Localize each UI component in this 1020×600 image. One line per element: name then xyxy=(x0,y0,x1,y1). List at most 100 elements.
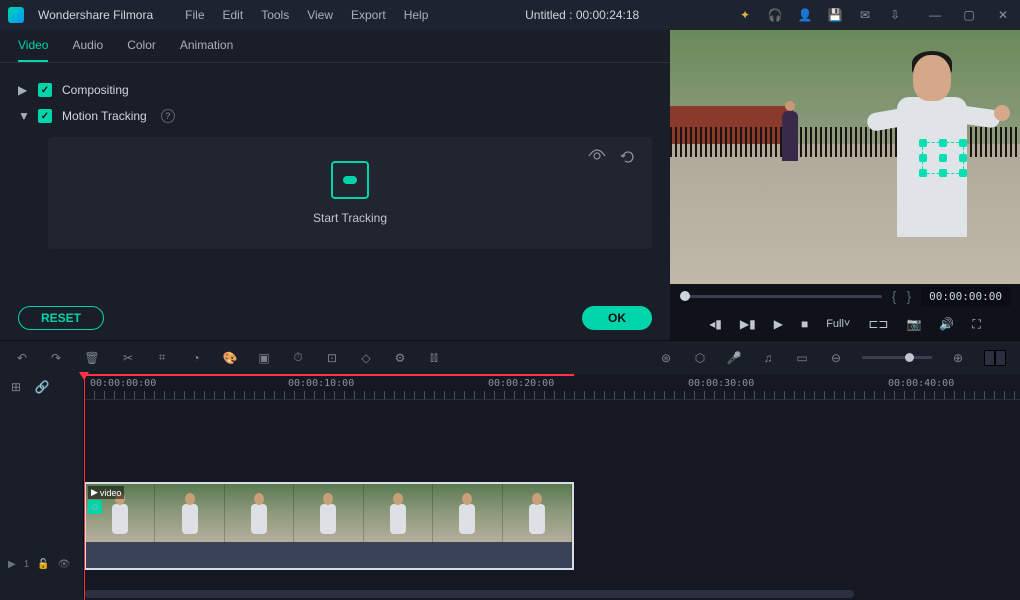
snapshot-icon[interactable]: 📷 xyxy=(906,317,921,331)
stop-icon[interactable]: ■ xyxy=(801,317,808,331)
titlebar: Wondershare Filmora File Edit Tools View… xyxy=(0,0,1020,30)
dual-view-icon[interactable] xyxy=(984,350,1006,366)
marker-icon[interactable]: ⬡ xyxy=(692,350,708,366)
reset-button[interactable]: RESET xyxy=(18,306,104,330)
duration-icon[interactable]: ⏱ xyxy=(290,350,306,366)
tab-video[interactable]: Video xyxy=(18,38,48,62)
adjust-icon[interactable]: ⚙ xyxy=(392,350,408,366)
scrub-track[interactable] xyxy=(680,295,882,298)
tips-icon[interactable]: ✦ xyxy=(736,6,754,24)
visibility-icon[interactable]: 👁 xyxy=(58,559,71,570)
keyframe-icon[interactable]: ◇ xyxy=(358,350,374,366)
tracking-box[interactable] xyxy=(922,142,964,174)
step-back-icon[interactable]: ◂▮ xyxy=(709,317,722,331)
zoom-out-icon[interactable]: ⊖ xyxy=(828,350,844,366)
menu-file[interactable]: File xyxy=(185,8,204,22)
reset-tracking-icon[interactable] xyxy=(620,149,636,168)
maximize-icon[interactable]: ▢ xyxy=(960,6,978,24)
play-icon[interactable]: ▶ xyxy=(774,317,783,331)
compositing-row[interactable]: ▶ ✓ Compositing xyxy=(18,77,652,103)
audio-viz-icon[interactable]: ⫾⫾ xyxy=(426,350,442,366)
app-logo-icon xyxy=(8,7,24,23)
video-clip[interactable]: ▶ video ⊙ xyxy=(84,482,574,570)
fullscreen-icon[interactable]: ⛶ xyxy=(972,317,980,332)
tab-color[interactable]: Color xyxy=(127,38,156,62)
green-screen-icon[interactable]: ▣ xyxy=(256,350,272,366)
color-icon[interactable]: 🎨 xyxy=(222,350,238,366)
motion-tracking-row[interactable]: ▼ ✓ Motion Tracking ? xyxy=(18,103,652,129)
tab-animation[interactable]: Animation xyxy=(180,38,233,62)
minimize-icon[interactable]: — xyxy=(926,6,944,24)
preview-panel: { } 00:00:00:00 ◂▮ ▶▮ ▶ ■ Full ˅ ⊏⊐ 📷 🔊 … xyxy=(670,30,1020,340)
ruler-tick: 00:00:20:00 xyxy=(488,378,554,389)
preview-viewport[interactable] xyxy=(670,30,1020,284)
timeline-scrollbar[interactable] xyxy=(84,590,854,598)
download-icon[interactable]: ⇩ xyxy=(886,6,904,24)
menu-view[interactable]: View xyxy=(307,8,333,22)
render-icon[interactable]: ⊛ xyxy=(658,350,674,366)
zoom-in-icon[interactable]: ⊕ xyxy=(950,350,966,366)
timeline-track-headers: ⊞ 🔗 ▶ 1 🔓 👁 xyxy=(0,374,84,600)
timeline-ruler[interactable]: 00:00:00:00 00:00:10:00 00:00:20:00 00:0… xyxy=(84,374,1020,400)
delete-icon[interactable]: 🗑 xyxy=(84,350,100,366)
tracking-panel: Start Tracking xyxy=(48,137,652,249)
playhead[interactable] xyxy=(84,374,85,600)
timeline-options-icon[interactable]: ⊞ xyxy=(8,379,24,395)
compositing-label: Compositing xyxy=(62,83,129,97)
speed-icon[interactable]: ◔ xyxy=(188,350,204,366)
undo-icon[interactable]: ↶ xyxy=(14,350,30,366)
account-icon[interactable]: 👤 xyxy=(796,6,814,24)
motion-tracking-checkbox[interactable]: ✓ xyxy=(38,109,52,123)
motion-icon[interactable]: ⊡ xyxy=(324,350,340,366)
save-icon[interactable]: 💾 xyxy=(826,6,844,24)
lock-icon[interactable]: 🔓 xyxy=(37,559,49,570)
aspect-icon[interactable]: ▭ xyxy=(794,350,810,366)
ruler-tick: 00:00:10:00 xyxy=(288,378,354,389)
link-icon[interactable]: 🔗 xyxy=(34,379,50,395)
play-pause-icon[interactable]: ▶▮ xyxy=(740,317,756,331)
mark-in-icon[interactable]: { xyxy=(892,288,897,304)
preview-controls: ◂▮ ▶▮ ▶ ■ Full ˅ ⊏⊐ 📷 🔊 ⛶ xyxy=(670,308,1020,340)
help-icon[interactable]: ? xyxy=(161,109,175,123)
menu-export[interactable]: Export xyxy=(351,8,386,22)
timeline-toolbar: ↶ ↷ 🗑 ✂ ⌗ ◔ 🎨 ▣ ⏱ ⊡ ◇ ⚙ ⫾⫾ ⊛ ⬡ 🎤 ♫ ▭ ⊖ ⊕ xyxy=(0,340,1020,374)
menu-tools[interactable]: Tools xyxy=(261,8,289,22)
mixer-icon[interactable]: ♫ xyxy=(760,350,776,366)
preview-target-icon[interactable] xyxy=(588,149,606,168)
notifications-icon[interactable]: ✉ xyxy=(856,6,874,24)
timeline: ⊞ 🔗 ▶ 1 🔓 👁 00:00:00:00 00:00:10:00 00:0… xyxy=(0,374,1020,600)
clip-label: ▶ video xyxy=(88,486,124,499)
split-icon[interactable]: ✂ xyxy=(120,350,136,366)
volume-icon[interactable]: 🔊 xyxy=(939,317,954,331)
app-title: Wondershare Filmora xyxy=(38,8,153,22)
track-header[interactable]: ▶ 1 🔓 👁 xyxy=(0,400,83,600)
zoom-slider[interactable] xyxy=(862,356,932,359)
menu-help[interactable]: Help xyxy=(404,8,429,22)
track-type-icon: ▶ xyxy=(8,559,16,570)
mark-out-icon[interactable]: } xyxy=(906,288,911,304)
display-icon[interactable]: ⊏⊐ xyxy=(868,317,888,331)
compositing-checkbox[interactable]: ✓ xyxy=(38,83,52,97)
start-tracking-button[interactable] xyxy=(331,161,369,199)
document-title: Untitled : 00:00:24:18 xyxy=(442,8,722,22)
redo-icon[interactable]: ↷ xyxy=(48,350,64,366)
voiceover-icon[interactable]: 🎤 xyxy=(726,350,742,366)
properties-panel: Video Audio Color Animation ▶ ✓ Composit… xyxy=(0,30,670,340)
support-icon[interactable]: 🎧 xyxy=(766,6,784,24)
main-menu: File Edit Tools View Export Help xyxy=(185,8,428,22)
close-icon[interactable]: ✕ xyxy=(994,6,1012,24)
motion-tracking-label: Motion Tracking xyxy=(62,109,147,123)
property-tabs: Video Audio Color Animation xyxy=(0,30,670,63)
ok-button[interactable]: OK xyxy=(582,306,652,330)
quality-dropdown[interactable]: Full ˅ xyxy=(826,318,850,330)
chevron-down-icon[interactable]: ▼ xyxy=(18,109,28,123)
ruler-tick: 00:00:30:00 xyxy=(688,378,754,389)
timeline-tracks-area[interactable]: 00:00:00:00 00:00:10:00 00:00:20:00 00:0… xyxy=(84,374,1020,600)
menu-edit[interactable]: Edit xyxy=(223,8,244,22)
preview-scrubber: { } 00:00:00:00 xyxy=(670,284,1020,308)
ruler-tick: 00:00:40:00 xyxy=(888,378,954,389)
crop-icon[interactable]: ⌗ xyxy=(154,350,170,366)
chevron-right-icon[interactable]: ▶ xyxy=(18,83,28,97)
start-tracking-label: Start Tracking xyxy=(313,211,387,225)
tab-audio[interactable]: Audio xyxy=(72,38,103,62)
